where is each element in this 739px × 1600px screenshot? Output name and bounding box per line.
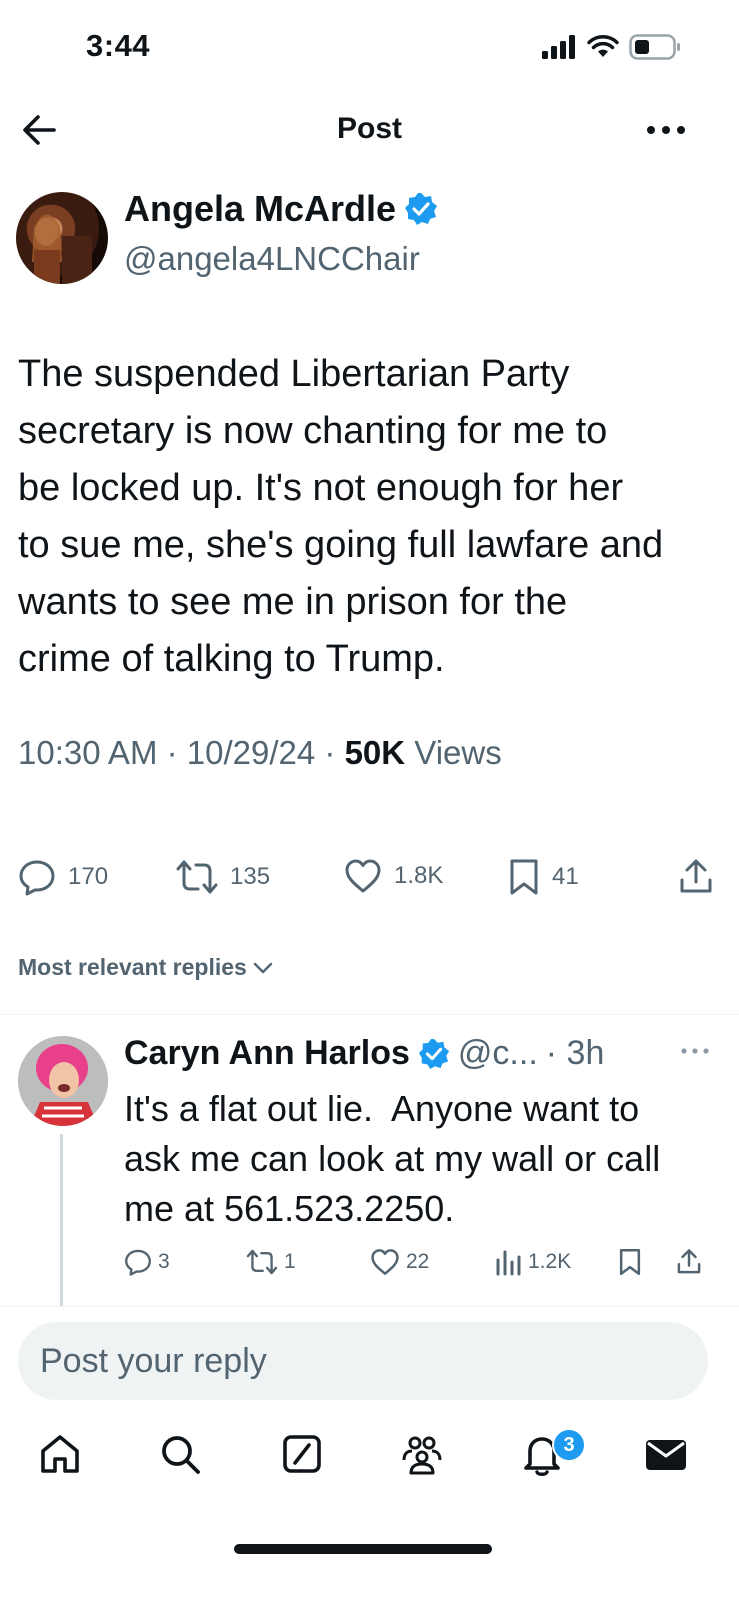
nav-search[interactable]: [156, 1430, 204, 1478]
views-label: Views: [414, 734, 502, 771]
bookmark-icon: [619, 1248, 641, 1276]
share-icon: [677, 1249, 701, 1274]
post-action-bar: 170 135 1.8K 41: [18, 858, 718, 902]
mail-icon: [646, 1440, 686, 1470]
reply-icon: [125, 1249, 151, 1276]
author-name-text: Angela McArdle: [124, 188, 397, 229]
divider: [0, 1014, 739, 1015]
views-chart-icon: [496, 1250, 521, 1276]
more-options-button[interactable]: [641, 110, 691, 150]
heart-icon: [371, 1249, 399, 1275]
post-date: 10/29/24: [186, 734, 316, 771]
author-avatar[interactable]: [16, 192, 108, 284]
reply-bookmark-button[interactable]: [618, 1248, 642, 1276]
reply-share-button[interactable]: [676, 1248, 702, 1276]
author-name[interactable]: Angela McArdle: [124, 188, 438, 230]
signal-icon: [542, 35, 575, 59]
verified-badge-icon: [405, 193, 438, 225]
nav-home[interactable]: [36, 1430, 84, 1478]
reply-repost-count: 1: [284, 1250, 296, 1273]
like-button[interactable]: 1.8K: [344, 858, 443, 894]
wifi-icon: [587, 35, 619, 57]
reply-views-count: 1.2K: [528, 1250, 572, 1273]
reply-repost-button[interactable]: 1: [246, 1248, 296, 1276]
bookmark-button[interactable]: 41: [508, 858, 579, 896]
home-indicator[interactable]: [234, 1544, 492, 1554]
more-icon: [647, 126, 685, 134]
more-icon: [681, 1048, 709, 1054]
status-icons: [541, 34, 681, 60]
bookmark-icon: [510, 859, 538, 895]
nav-grok[interactable]: [278, 1430, 326, 1478]
post-text: The suspended Libertarian Party secretar…: [18, 353, 664, 680]
reply-author-handle[interactable]: @c...: [458, 1034, 538, 1073]
verified-badge-icon: [418, 1038, 449, 1069]
status-time: 3:44: [86, 28, 151, 63]
repost-count: 135: [230, 863, 271, 890]
heart-icon: [345, 859, 381, 893]
reply-author-avatar[interactable]: [18, 1036, 108, 1126]
avatar-photo: [18, 1036, 108, 1126]
reply-button[interactable]: 170: [18, 858, 108, 896]
page-title: Post: [336, 112, 402, 145]
share-button[interactable]: [678, 858, 714, 896]
reply-more-button[interactable]: [679, 1044, 711, 1058]
divider: [0, 1306, 739, 1307]
reply-compose-input[interactable]: Post your reply: [18, 1322, 708, 1400]
repost-button[interactable]: 135: [176, 858, 270, 896]
compose-placeholder: Post your reply: [40, 1341, 267, 1380]
share-icon: [680, 859, 712, 893]
communities-icon: [402, 1436, 442, 1475]
battery-icon: [629, 34, 680, 60]
repost-icon: [176, 860, 218, 894]
avatar-photo: [32, 214, 92, 284]
bookmark-count: 41: [552, 863, 579, 890]
home-icon: [41, 1435, 79, 1473]
reply-count: 170: [68, 863, 109, 890]
nav-communities[interactable]: [398, 1430, 446, 1478]
meta-separator: ·: [157, 734, 187, 771]
reply-icon: [19, 860, 55, 896]
replies-sort-dropdown[interactable]: Most relevant replies: [18, 954, 273, 981]
reply-like-count: 22: [406, 1250, 430, 1273]
reply-views-button[interactable]: 1.2K: [494, 1248, 571, 1276]
chevron-down-icon: [253, 962, 273, 973]
thread-line: [60, 1134, 63, 1306]
search-icon: [162, 1436, 200, 1474]
notifications-badge: 3: [552, 1428, 586, 1462]
reply-header: Caryn Ann Harlos @c... · 3h: [124, 1034, 604, 1073]
nav-messages[interactable]: [642, 1430, 690, 1478]
post-time: 10:30 AM: [18, 734, 158, 771]
meta-separator: ·: [315, 734, 345, 771]
replies-sort-label: Most relevant replies: [18, 954, 247, 980]
bottom-nav: [0, 1430, 739, 1490]
reply-age: · 3h: [545, 1034, 605, 1072]
repost-icon: [246, 1249, 278, 1275]
reply-text: It's a flat out lie. Anyone want to ask …: [124, 1088, 661, 1229]
post-meta: 10:30 AM · 10/29/24 · 50K Views: [18, 734, 502, 772]
grok-icon: [283, 1435, 321, 1473]
reply-reply-count: 3: [158, 1250, 170, 1273]
reply-action-bar: 3 1 22 1.2K: [124, 1248, 714, 1282]
like-count: 1.8K: [394, 862, 444, 889]
reply-author-name[interactable]: Caryn Ann Harlos: [124, 1034, 410, 1073]
views-count: 50K: [344, 734, 406, 771]
reply-like-button[interactable]: 22: [370, 1248, 429, 1276]
reply-reply-button[interactable]: 3: [124, 1248, 170, 1276]
author-handle[interactable]: @angela4LNCChair: [124, 240, 420, 278]
